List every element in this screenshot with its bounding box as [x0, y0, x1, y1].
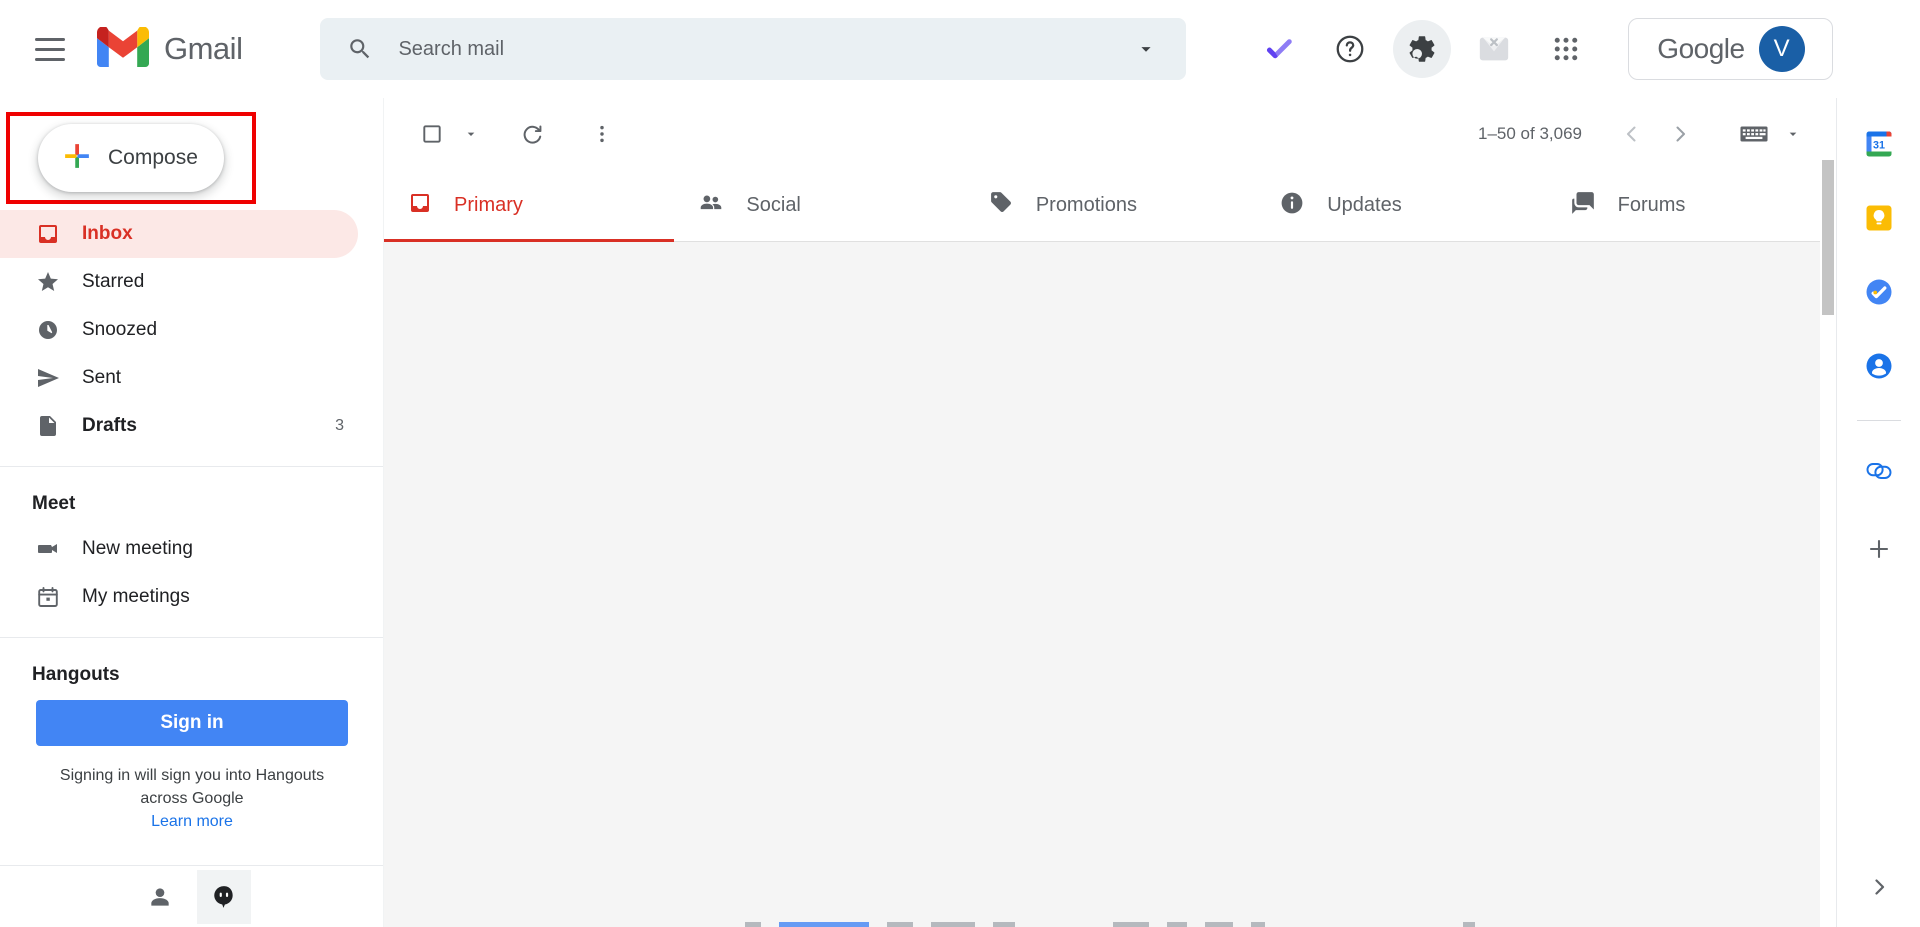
- keyboard-dropdown-chevron-down-icon[interactable]: [1778, 110, 1808, 158]
- clock-icon: [32, 318, 64, 342]
- scrollbar-thumb[interactable]: [1822, 160, 1834, 315]
- google-contacts-icon[interactable]: [1855, 342, 1903, 390]
- multicolor-plus-icon: [62, 141, 92, 176]
- tasks-check-icon[interactable]: [1249, 20, 1307, 78]
- sidebar-item-count: 3: [335, 417, 344, 434]
- hangouts-block: Sign in Signing in will sign you into Ha…: [0, 696, 383, 834]
- forums-chat-icon: [1570, 190, 1596, 222]
- person-icon[interactable]: [133, 870, 187, 924]
- svg-text:31: 31: [1873, 140, 1885, 152]
- page-range-label: 1–50 of 3,069: [1478, 124, 1582, 143]
- google-keep-icon[interactable]: [1855, 194, 1903, 242]
- sidebar-item-snoozed[interactable]: Snoozed: [0, 306, 358, 354]
- more-vertical-icon[interactable]: [578, 110, 626, 158]
- hangouts-section-title: Hangouts: [32, 664, 120, 685]
- category-tabs: Primary Social Promotions Updates Forums: [384, 170, 1836, 242]
- sidebar-item-label: Inbox: [82, 223, 133, 244]
- add-onlink-icon[interactable]: [1855, 447, 1903, 495]
- learn-more-link[interactable]: Learn more: [151, 813, 233, 830]
- header-action-icons: [1242, 20, 1602, 78]
- star-icon: [32, 270, 64, 294]
- search-bar[interactable]: [320, 18, 1187, 80]
- apps-grid-icon[interactable]: [1537, 20, 1595, 78]
- hangouts-note: Signing in will sign you into Hangouts a…: [36, 764, 348, 834]
- tab-social[interactable]: Social: [674, 170, 964, 241]
- avatar[interactable]: V: [1758, 26, 1805, 72]
- gmail-brand-text: Gmail: [164, 31, 243, 66]
- tab-label: Forums: [1617, 194, 1686, 216]
- tag-icon: [989, 190, 1014, 221]
- calendar-icon: [32, 585, 64, 609]
- info-circle-icon: [1279, 190, 1305, 222]
- tab-primary[interactable]: Primary: [384, 170, 675, 242]
- sidebar: Compose Inbox Starred Snoozed Sent Draft…: [0, 98, 384, 927]
- page-footer-strip: [384, 917, 1836, 927]
- compose-label: Compose: [108, 146, 198, 169]
- tab-promotions[interactable]: Promotions: [965, 170, 1255, 241]
- meet-section-title: Meet: [32, 493, 76, 514]
- inbox-icon: [32, 222, 64, 246]
- main-content: 1–50 of 3,069 Primary Social Promotions …: [384, 98, 1836, 927]
- tab-forums[interactable]: Forums: [1546, 170, 1836, 241]
- hangouts-note-line2: across Google: [140, 790, 244, 808]
- sidebar-item-label: Snoozed: [82, 319, 158, 340]
- tab-label: Social: [746, 194, 801, 216]
- search-options-chevron-down-icon[interactable]: [1122, 25, 1170, 73]
- email-list-area: [384, 242, 1836, 927]
- sidebar-item-label: Drafts: [82, 415, 137, 436]
- side-panel-expand-chevron-right-icon[interactable]: [1855, 863, 1903, 911]
- settings-gear-icon[interactable]: [1393, 20, 1452, 78]
- drafts-icon: [32, 414, 64, 438]
- chevron-left-icon[interactable]: [1608, 110, 1656, 158]
- side-panel: 31: [1836, 98, 1920, 927]
- hangouts-footer: [0, 865, 383, 927]
- tab-updates[interactable]: Updates: [1255, 170, 1545, 241]
- people-icon: [698, 190, 724, 222]
- sidebar-item-new-meeting[interactable]: New meeting: [0, 525, 358, 573]
- tab-label: Promotions: [1035, 194, 1137, 216]
- app-header: Gmail Search mail Google V: [0, 0, 1920, 98]
- sidebar-item-label: Sent: [82, 367, 122, 388]
- send-icon: [32, 366, 64, 390]
- gmail-m-logo-icon: [96, 25, 150, 72]
- mail-toolbar: 1–50 of 3,069: [384, 98, 1836, 170]
- account-chip[interactable]: Google V: [1628, 18, 1834, 80]
- hamburger-menu-icon[interactable]: [20, 19, 80, 79]
- tab-label: Updates: [1327, 194, 1402, 216]
- video-camera-icon: [32, 537, 64, 561]
- google-calendar-icon[interactable]: 31: [1855, 120, 1903, 168]
- sidebar-nav-list: Inbox Starred Snoozed Sent Drafts 3 Meet…: [0, 210, 383, 834]
- rail-divider: [1856, 420, 1901, 421]
- sidebar-item-starred[interactable]: Starred: [0, 258, 358, 306]
- sidebar-item-inbox[interactable]: Inbox: [0, 210, 358, 258]
- inbox-tab-icon: [408, 191, 432, 221]
- chevron-right-icon[interactable]: [1656, 110, 1704, 158]
- select-dropdown-chevron-down-icon[interactable]: [456, 110, 486, 158]
- hangouts-signin-button[interactable]: Sign in: [36, 700, 348, 746]
- checkbox-unchecked-icon[interactable]: [408, 110, 456, 158]
- sidebar-item-label: My meetings: [82, 586, 190, 607]
- search-icon[interactable]: [336, 25, 384, 73]
- refresh-icon[interactable]: [508, 110, 556, 158]
- keyboard-icon[interactable]: [1730, 110, 1778, 158]
- gmail-brand[interactable]: Gmail: [96, 25, 243, 72]
- keyboard-group[interactable]: [1730, 110, 1808, 158]
- search-input[interactable]: [384, 18, 1123, 80]
- sidebar-item-label: Starred: [82, 271, 145, 292]
- hangouts-quote-icon[interactable]: [197, 869, 251, 924]
- compose-button[interactable]: Compose: [38, 124, 224, 192]
- tab-label: Primary: [454, 194, 523, 216]
- list-scrollbar[interactable]: [1820, 98, 1836, 927]
- account-google-label: Google: [1657, 33, 1745, 64]
- sidebar-item-my-meetings[interactable]: My meetings: [0, 573, 358, 621]
- plus-icon[interactable]: [1855, 525, 1903, 573]
- google-tasks-icon[interactable]: [1855, 268, 1903, 316]
- sidebar-item-drafts[interactable]: Drafts 3: [0, 402, 358, 450]
- hangouts-note-line1: Signing in will sign you into Hangouts: [59, 767, 325, 784]
- sidebar-item-label: New meeting: [82, 538, 193, 559]
- sidebar-item-sent[interactable]: Sent: [0, 354, 358, 402]
- help-question-icon[interactable]: [1321, 20, 1379, 78]
- mail-disabled-icon[interactable]: [1465, 20, 1523, 78]
- select-all-group[interactable]: [408, 110, 486, 158]
